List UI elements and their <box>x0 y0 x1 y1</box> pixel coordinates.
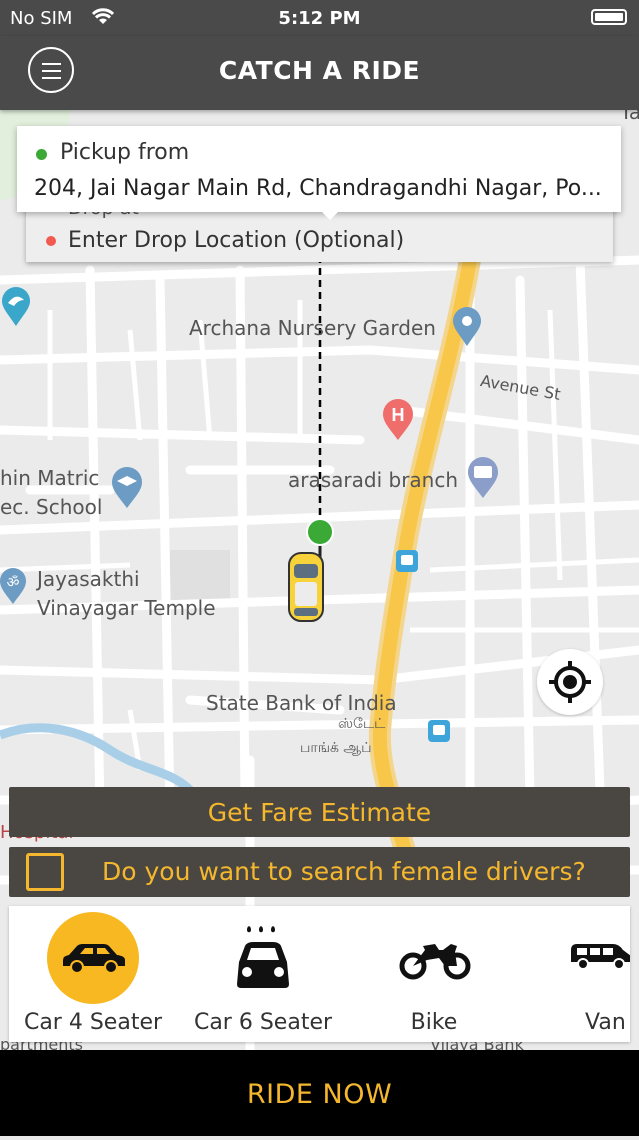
female-drivers-option[interactable]: Do you want to search female drivers? <box>9 847 630 897</box>
van-icon <box>571 944 630 970</box>
battery-icon <box>591 9 627 25</box>
map-label-bank-tamil-2: பாங்க் ஆப் <box>300 740 372 756</box>
bus-stop-icon <box>428 720 450 742</box>
map-label-nursery: Archana Nursery Garden <box>189 316 436 340</box>
atm-icon <box>468 457 498 498</box>
map-label-bank-tamil-1: ஸ்டேட் <box>338 716 386 732</box>
app-header: CATCH A RIDE <box>0 36 639 110</box>
vehicle-option-car-6-seater[interactable]: Car 6 Seater <box>177 906 349 1042</box>
vehicle-label: Car 6 Seater <box>193 1010 333 1035</box>
crosshair-icon <box>549 661 591 703</box>
vehicle-label: Car 4 Seater <box>23 1010 163 1035</box>
vehicle-label: Van <box>585 1010 626 1035</box>
pickup-location-field[interactable]: Pickup from 204, Jai Nagar Main Rd, Chan… <box>17 126 621 220</box>
hospital-icon: H <box>383 399 413 440</box>
map-label-branch: arasaradi branch <box>288 468 459 492</box>
female-drivers-checkbox[interactable] <box>26 853 64 891</box>
taxi-car-icon <box>288 552 324 622</box>
ride-now-button[interactable]: RIDE NOW <box>0 1050 639 1136</box>
vehicle-selector: Car 4 Seater Car 6 Seater Bike Van <box>9 906 630 1042</box>
map-label-temple-line2: Vinayagar Temple <box>37 596 216 620</box>
pickup-address: 204, Jai Nagar Main Rd, Chandragandhi Na… <box>34 176 602 201</box>
motorbike-icon <box>399 944 471 980</box>
pickup-dot-icon <box>36 149 47 160</box>
vehicle-option-bike[interactable]: Bike <box>349 906 519 1042</box>
vehicle-label: Bike <box>410 1010 458 1035</box>
taxi-icon <box>237 926 289 988</box>
svg-text:H: H <box>392 405 405 425</box>
car-icon <box>63 944 125 974</box>
drop-dot-icon <box>46 236 56 246</box>
map-label-school-line2: ec. School <box>0 495 103 519</box>
school-icon <box>112 467 142 508</box>
map-label-temple-line1: Jayasakthi <box>37 567 140 591</box>
temple-icon: ॐ <box>0 568 26 604</box>
female-drivers-label: Do you want to search female drivers? <box>102 857 586 886</box>
my-location-button[interactable] <box>537 649 603 715</box>
pickup-label: Pickup from <box>60 140 190 165</box>
vehicle-option-van[interactable]: Van <box>557 906 630 1042</box>
map-label-tamilnad: Tamilnad <box>620 110 639 124</box>
map-label-school-line1: hin Matric <box>0 466 100 490</box>
drop-location-placeholder: Enter Drop Location (Optional) <box>68 228 405 253</box>
vehicle-option-car-4-seater[interactable]: Car 4 Seater <box>9 906 177 1042</box>
get-fare-estimate-button[interactable]: Get Fare Estimate <box>9 787 630 837</box>
clock: 5:12 PM <box>278 8 361 29</box>
bus-stop-icon <box>396 550 418 572</box>
dolphin-icon <box>2 287 30 326</box>
map-label-bank: State Bank of India <box>206 691 397 715</box>
page-title: CATCH A RIDE <box>218 56 421 85</box>
location-pin-icon <box>453 307 481 346</box>
status-bar: No SIM 5:12 PM <box>0 0 639 36</box>
svg-text:ॐ: ॐ <box>7 575 20 591</box>
